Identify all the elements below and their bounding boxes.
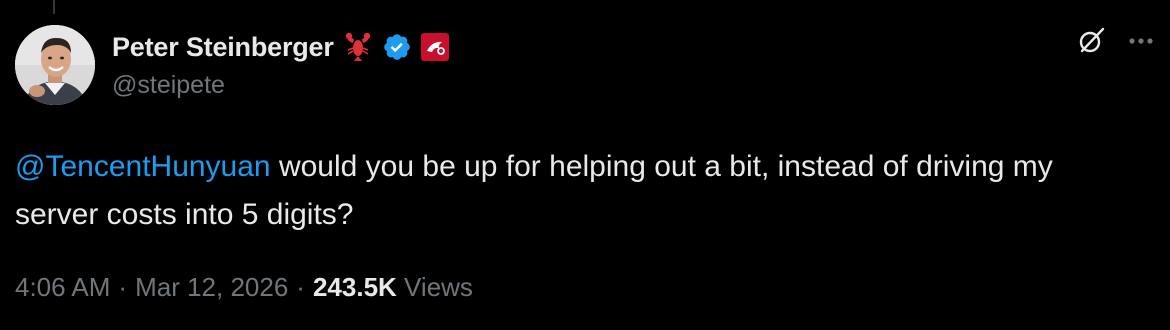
tweet-top-actions bbox=[1076, 26, 1154, 56]
affiliate-badge-icon[interactable] bbox=[420, 32, 450, 62]
author-display-name[interactable]: Peter Steinberger bbox=[112, 32, 334, 63]
views-label[interactable]: Views bbox=[404, 272, 473, 302]
thread-connector-line bbox=[53, 0, 55, 14]
mention-link[interactable]: @TencentHunyuan bbox=[15, 150, 271, 183]
avatar[interactable] bbox=[15, 25, 95, 105]
author-handle[interactable]: @steipete bbox=[112, 71, 225, 100]
meta-separator: · bbox=[118, 272, 128, 302]
tweet-date[interactable]: Mar 12, 2026 bbox=[135, 272, 288, 302]
views-count[interactable]: 243.5K bbox=[313, 272, 397, 302]
tweet-card: Peter Steinberger @steipete @TencentHuny… bbox=[0, 0, 1170, 330]
tweet-time[interactable]: 4:06 AM bbox=[15, 272, 110, 302]
tweet-text: @TencentHunyuan would you be up for help… bbox=[15, 143, 1135, 239]
author-name-row: Peter Steinberger bbox=[112, 28, 450, 66]
more-options-icon[interactable] bbox=[1128, 37, 1154, 45]
grok-icon[interactable] bbox=[1076, 26, 1106, 56]
verified-check-icon[interactable] bbox=[382, 32, 412, 62]
meta-separator: · bbox=[296, 272, 305, 302]
lobster-emoji-icon bbox=[342, 31, 374, 63]
tweet-meta: 4:06 AM · Mar 12, 2026 · 243.5K Views bbox=[15, 272, 473, 303]
